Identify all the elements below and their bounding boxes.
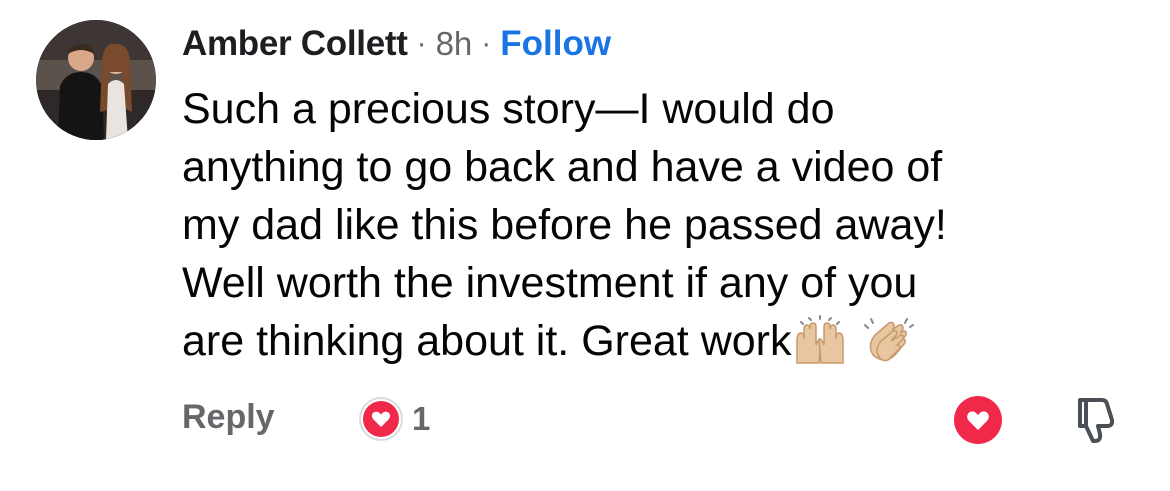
separator-dot: · (416, 27, 427, 60)
heart-icon (954, 396, 1002, 444)
dislike-button[interactable] (1072, 394, 1120, 451)
comment-line: Well worth the investment if any of you (182, 259, 918, 307)
comment-line-last: are thinking about it. Great work (182, 312, 1142, 370)
separator-dot: · (481, 27, 492, 60)
avatar[interactable] (36, 20, 156, 140)
reaction-count: 1 (412, 400, 431, 437)
comment-line: Such a precious story—I would do (182, 85, 835, 133)
comment-line: are thinking about it. Great work (182, 317, 792, 365)
follow-button[interactable]: Follow (500, 24, 611, 64)
comment-header: Amber Collett · 8h · Follow (182, 22, 611, 66)
comment-line: anything to go back and have a video of (182, 143, 943, 191)
comment: Amber Collett · 8h · Follow Such a preci… (0, 0, 1170, 491)
reaction-summary[interactable]: 1 (358, 396, 430, 442)
timestamp[interactable]: 8h (436, 25, 473, 63)
comment-text: Such a precious story—I would do anythin… (182, 80, 1142, 370)
love-button[interactable] (952, 394, 1004, 451)
avatar-photo (36, 20, 156, 140)
thumbs-down-icon (1078, 398, 1115, 443)
comment-line: my dad like this before he passed away! (182, 201, 947, 249)
heart-reaction-icon (359, 397, 403, 441)
raising-hands-emoji (796, 315, 845, 364)
author-name[interactable]: Amber Collett (182, 24, 408, 64)
reply-button[interactable]: Reply (182, 398, 275, 437)
clapping-hands-emoji (864, 318, 915, 362)
comment-actions: Reply 1 (0, 388, 1170, 452)
